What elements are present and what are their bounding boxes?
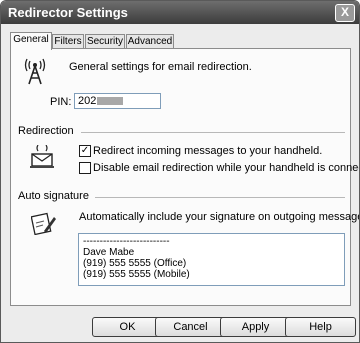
- help-button[interactable]: Help: [285, 317, 356, 337]
- signature-line-office: (919) 555 5555 (Office): [83, 258, 187, 269]
- tab-security[interactable]: Security: [85, 34, 125, 49]
- disable-when-connected-checkbox[interactable]: [79, 162, 91, 174]
- signature-textarea[interactable]: -------------------------- Dave Mabe (91…: [78, 233, 345, 286]
- dialog-window: Redirector Settings X General Filters Se…: [0, 0, 360, 343]
- ok-button[interactable]: OK: [92, 317, 163, 337]
- cancel-button[interactable]: Cancel: [155, 317, 226, 337]
- auto-signature-description: Automatically include your signature on …: [79, 211, 360, 223]
- pin-value: 202: [78, 95, 97, 107]
- redirection-section-label: Redirection: [18, 125, 74, 137]
- envelope-wireless-icon: [30, 145, 54, 168]
- signature-line-name: Dave Mabe: [83, 247, 135, 258]
- general-tab-panel: General settings for email redirection. …: [10, 48, 359, 306]
- general-description: General settings for email redirection.: [69, 61, 252, 73]
- tab-advanced[interactable]: Advanced: [126, 34, 174, 49]
- signature-pen-icon: [31, 212, 56, 235]
- disable-when-connected-label[interactable]: Disable email redirection while your han…: [93, 162, 359, 174]
- title-bar[interactable]: Redirector Settings X: [1, 1, 359, 24]
- redirect-incoming-checkbox[interactable]: ✓: [79, 145, 91, 157]
- window-title: Redirector Settings: [8, 5, 128, 20]
- apply-button[interactable]: Apply: [220, 317, 291, 337]
- signature-line-separator: --------------------------: [83, 236, 170, 247]
- pin-label: PIN:: [50, 96, 72, 108]
- auto-signature-section-label: Auto signature: [18, 190, 89, 202]
- auto-signature-divider: [95, 197, 345, 198]
- redirection-divider: [81, 132, 345, 133]
- tab-general[interactable]: General: [10, 32, 52, 50]
- close-button[interactable]: X: [335, 4, 355, 22]
- signature-line-mobile: (919) 555 5555 (Mobile): [83, 269, 190, 280]
- pin-input[interactable]: 202: [74, 93, 161, 109]
- redirect-incoming-label[interactable]: Redirect incoming messages to your handh…: [93, 145, 322, 157]
- wireless-tower-icon: [24, 58, 46, 85]
- tab-filters[interactable]: Filters: [52, 34, 84, 49]
- pin-text-cursor-highlight: [97, 97, 123, 105]
